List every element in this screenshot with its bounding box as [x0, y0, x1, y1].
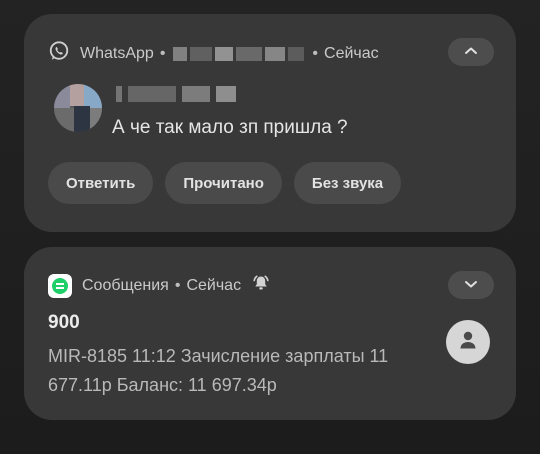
- chevron-up-icon: [464, 43, 478, 61]
- whatsapp-notification[interactable]: WhatsApp • • Сейчас А че так мало зп при…: [24, 14, 516, 232]
- notification-shade: WhatsApp • • Сейчас А че так мало зп при…: [0, 0, 540, 454]
- notification-time: Сейчас: [186, 276, 242, 294]
- redacted-chat-name: [173, 46, 305, 61]
- app-name: Сообщения: [82, 276, 169, 294]
- sender-title: 900: [48, 312, 80, 333]
- separator-dot: •: [159, 44, 166, 62]
- redacted-sender-name: [116, 86, 236, 102]
- expand-button[interactable]: [448, 271, 494, 299]
- whatsapp-icon: [48, 40, 70, 67]
- collapse-button[interactable]: [448, 38, 494, 66]
- app-name: WhatsApp: [80, 44, 154, 62]
- notification-header: WhatsApp • • Сейчас: [48, 40, 379, 67]
- bell-ringing-icon: [251, 273, 271, 298]
- contact-avatar: [446, 320, 490, 364]
- separator-dot: •: [174, 276, 181, 294]
- notification-actions: Ответить Прочитано Без звука: [48, 162, 402, 204]
- message-text: А че так мало зп пришла ?: [112, 117, 348, 138]
- notification-time: Сейчас: [324, 44, 379, 62]
- messages-app-icon: [48, 273, 72, 298]
- person-icon: [457, 329, 479, 356]
- mark-read-button[interactable]: Прочитано: [165, 162, 282, 204]
- chevron-down-icon: [464, 276, 478, 294]
- messages-notification[interactable]: Сообщения • Сейчас 900 MIR-8185 11:12 За…: [24, 247, 516, 420]
- reply-button[interactable]: Ответить: [48, 162, 154, 204]
- message-body: MIR-8185 11:12 Зачисление зарплаты 11 67…: [48, 346, 389, 395]
- mute-button[interactable]: Без звука: [293, 162, 402, 204]
- avatar: [54, 84, 102, 132]
- separator-dot: •: [312, 44, 319, 62]
- notification-header: Сообщения • Сейчас: [48, 273, 271, 298]
